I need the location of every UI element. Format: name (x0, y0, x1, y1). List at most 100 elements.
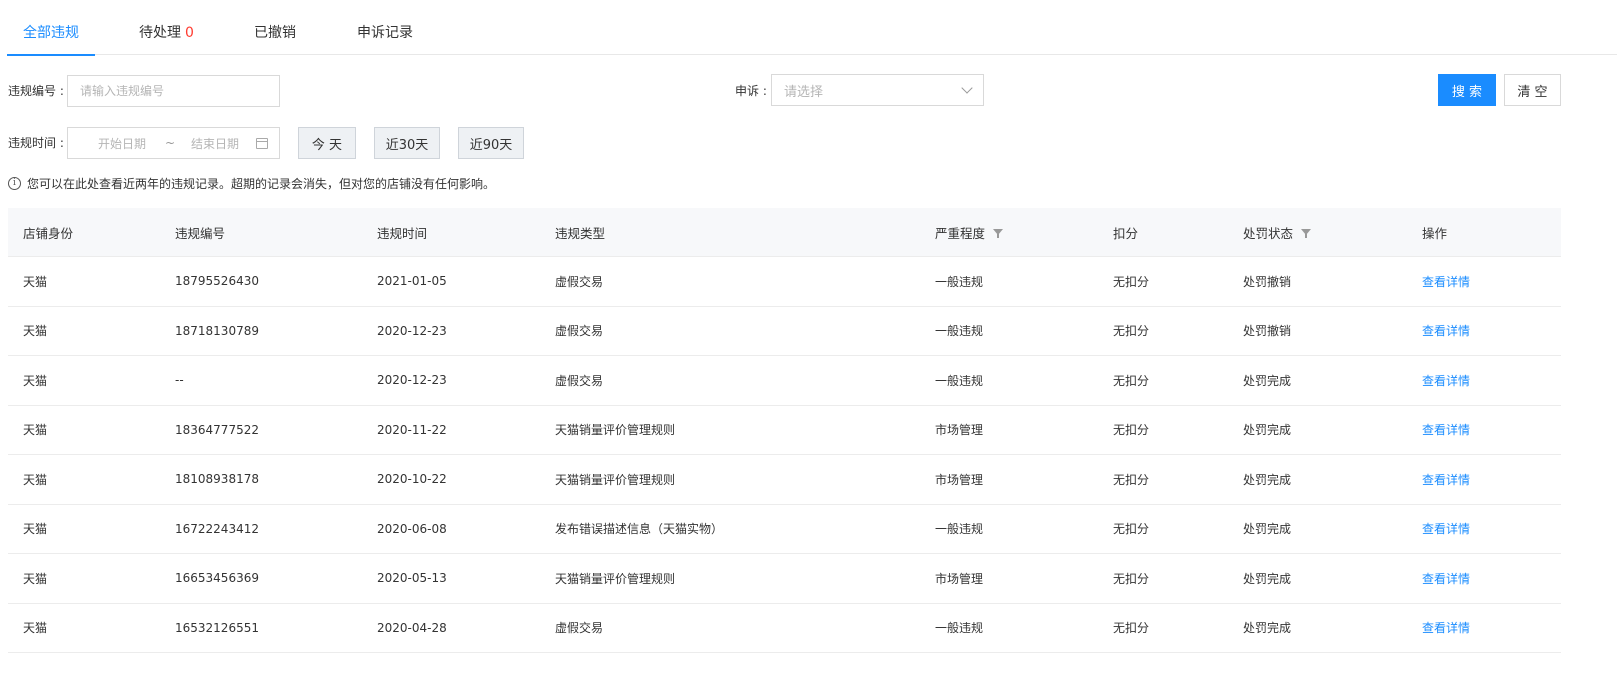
header-violation-type: 违规类型 (555, 225, 606, 241)
chevron-down-icon (961, 82, 973, 94)
cell-penalty-status: 处罚完成 (1243, 522, 1292, 537)
cell-violation-type: 虚假交易 (555, 373, 604, 388)
header-penalty-status-label: 处罚状态 (1243, 225, 1294, 241)
cell-points: 无扣分 (1113, 472, 1150, 487)
date-range-picker[interactable]: 开始日期 ~ 结束日期 (67, 127, 280, 159)
cell-violation-time: 2020-06-08 (377, 521, 447, 536)
cell-points: 无扣分 (1113, 373, 1150, 388)
cell-violation-type: 虚假交易 (555, 621, 604, 636)
header-actions: 操作 (1422, 225, 1448, 241)
appeal-select[interactable]: 请选择 (771, 74, 984, 106)
cell-shop-identity: 天猫 (23, 571, 48, 586)
header-points: 扣分 (1113, 225, 1139, 241)
cell-violation-type: 天猫销量评价管理规则 (555, 571, 676, 586)
violation-records-page: 全部违规 待处理0 已撤销 申诉记录 违规编号 : 申诉 : 请选择 搜 索 清… (0, 0, 1617, 673)
pending-count-badge: 0 (185, 25, 194, 41)
cell-points: 无扣分 (1113, 571, 1150, 586)
header-severity: 严重程度 (935, 208, 1004, 256)
header-severity-label: 严重程度 (935, 225, 986, 241)
clear-button[interactable]: 清 空 (1504, 74, 1561, 106)
table-row: 天猫 -- 2020-12-23 虚假交易 一般违规 无扣分 处罚完成 查看详情 (8, 356, 1561, 406)
cell-violation-time: 2020-12-23 (377, 373, 447, 388)
tab-revoked[interactable]: 已撤销 (254, 22, 296, 55)
appeal-label: 申诉 : (735, 84, 767, 98)
violation-no-label: 违规编号 : (8, 84, 64, 98)
cell-penalty-status: 处罚完成 (1243, 373, 1292, 388)
cell-severity: 市场管理 (935, 571, 984, 586)
table-row: 天猫 16532126551 2020-04-28 虚假交易 一般违规 无扣分 … (8, 604, 1561, 653)
violation-no-input[interactable] (67, 75, 280, 107)
header-violation-time: 违规时间 (377, 225, 428, 241)
today-button[interactable]: 今 天 (298, 127, 356, 159)
cell-penalty-status: 处罚完成 (1243, 423, 1292, 438)
cell-violation-no: 18718130789 (175, 323, 259, 338)
cell-violation-time: 2021-01-05 (377, 274, 447, 289)
cell-shop-identity: 天猫 (23, 472, 48, 487)
cell-severity: 市场管理 (935, 472, 984, 487)
cell-violation-time: 2020-04-28 (377, 620, 447, 635)
last-90-days-button[interactable]: 近90天 (458, 127, 524, 159)
table-row: 天猫 18108938178 2020-10-22 天猫销量评价管理规则 市场管… (8, 455, 1561, 505)
cell-shop-identity: 天猫 (23, 373, 48, 388)
calendar-icon[interactable] (256, 138, 268, 149)
retention-notice: i 您可以在此处查看近两年的违规记录。超期的记录会消失，但对您的店铺没有任何影响… (8, 175, 495, 192)
view-details-link[interactable]: 查看详情 (1422, 554, 1470, 603)
view-details-link[interactable]: 查看详情 (1422, 257, 1470, 306)
cell-violation-type: 发布错误描述信息（天猫实物） (555, 522, 724, 537)
tab-label: 已撤销 (254, 25, 296, 41)
cell-violation-no: 18364777522 (175, 422, 259, 437)
cell-violation-time: 2020-05-13 (377, 571, 447, 586)
view-details-link[interactable]: 查看详情 (1422, 307, 1470, 356)
cell-violation-no: 16532126551 (175, 620, 259, 635)
cell-violation-no: 18108938178 (175, 472, 259, 487)
table-row: 天猫 18718130789 2020-12-23 虚假交易 一般违规 无扣分 … (8, 307, 1561, 356)
cell-violation-type: 虚假交易 (555, 324, 604, 339)
tab-label: 全部违规 (23, 25, 79, 41)
view-details-link[interactable]: 查看详情 (1422, 505, 1470, 554)
view-details-link[interactable]: 查看详情 (1422, 356, 1470, 405)
cell-severity: 一般违规 (935, 274, 984, 289)
cell-severity: 一般违规 (935, 621, 984, 636)
start-date-input[interactable]: 开始日期 (98, 135, 146, 152)
cell-violation-time: 2020-11-22 (377, 422, 447, 437)
status-filter-icon[interactable] (1301, 229, 1312, 238)
info-icon: i (8, 177, 21, 190)
cell-violation-type: 天猫销量评价管理规则 (555, 423, 676, 438)
cell-violation-time: 2020-10-22 (377, 472, 447, 487)
table-row: 天猫 18364777522 2020-11-22 天猫销量评价管理规则 市场管… (8, 406, 1561, 455)
cell-violation-time: 2020-12-23 (377, 323, 447, 338)
cell-violation-type: 天猫销量评价管理规则 (555, 472, 676, 487)
header-shop-identity: 店铺身份 (23, 225, 74, 241)
cell-shop-identity: 天猫 (23, 522, 48, 537)
cell-violation-type: 虚假交易 (555, 274, 604, 289)
cell-points: 无扣分 (1113, 423, 1150, 438)
view-details-link[interactable]: 查看详情 (1422, 406, 1470, 455)
violation-table: 店铺身份 违规编号 违规时间 违规类型 严重程度 扣分 处罚状态 操作 天猫 1… (8, 208, 1561, 653)
view-details-link[interactable]: 查看详情 (1422, 604, 1470, 653)
date-range-separator: ~ (165, 136, 176, 150)
cell-penalty-status: 处罚撤销 (1243, 274, 1292, 289)
cell-penalty-status: 处罚完成 (1243, 571, 1292, 586)
table-row: 天猫 16653456369 2020-05-13 天猫销量评价管理规则 市场管… (8, 554, 1561, 604)
tab-all-violations[interactable]: 全部违规 (7, 22, 95, 56)
tab-appeal-records[interactable]: 申诉记录 (357, 22, 413, 55)
table-row: 天猫 18795526430 2021-01-05 虚假交易 一般违规 无扣分 … (8, 257, 1561, 307)
header-penalty-status: 处罚状态 (1243, 208, 1312, 256)
cell-shop-identity: 天猫 (23, 423, 48, 438)
cell-severity: 市场管理 (935, 423, 984, 438)
search-button[interactable]: 搜 索 (1438, 74, 1496, 106)
end-date-input[interactable]: 结束日期 (191, 135, 239, 152)
cell-shop-identity: 天猫 (23, 324, 48, 339)
last-30-days-button[interactable]: 近30天 (374, 127, 440, 159)
cell-severity: 一般违规 (935, 522, 984, 537)
tab-pending[interactable]: 待处理 0 (139, 22, 194, 55)
cell-penalty-status: 处罚撤销 (1243, 324, 1292, 339)
cell-violation-no: 16653456369 (175, 571, 259, 586)
severity-filter-icon[interactable] (993, 229, 1004, 238)
cell-violation-no: 18795526430 (175, 274, 259, 289)
tab-label: 待处理 (139, 25, 181, 41)
table-row: 天猫 16722243412 2020-06-08 发布错误描述信息（天猫实物）… (8, 505, 1561, 554)
cell-violation-no: -- (175, 373, 184, 388)
view-details-link[interactable]: 查看详情 (1422, 455, 1470, 504)
cell-points: 无扣分 (1113, 621, 1150, 636)
